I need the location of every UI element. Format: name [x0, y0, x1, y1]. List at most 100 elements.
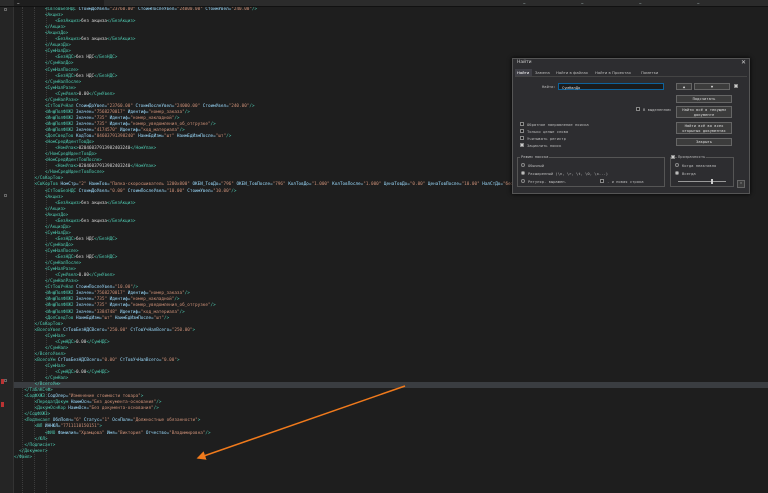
code-line[interactable]: </Файл>: [14, 455, 32, 461]
tab-find-in-files[interactable]: Найти в файлах: [554, 69, 592, 76]
code-token: />: [153, 406, 159, 412]
count-button[interactable]: Подсчитать: [676, 95, 732, 103]
code-token: </АкцизДо>: [44, 43, 71, 49]
code-token: />: [184, 291, 190, 297]
transparency-slider[interactable]: [678, 181, 726, 182]
wrap-around-checkbox[interactable]: [520, 143, 524, 147]
transparency-checkbox[interactable]: [671, 155, 675, 159]
find-input[interactable]: СумНалДо: [558, 83, 664, 90]
code-token: </СумНДС>: [86, 339, 110, 345]
whole-word-checkbox[interactable]: [520, 129, 524, 133]
code-token: Значен=: [76, 121, 95, 127]
code-token: <ИнфПолФХЖ2: [44, 291, 76, 297]
find-all-open-documents-button[interactable]: Найти всё во всех открытых документах: [676, 122, 732, 134]
code-token: />: [251, 7, 258, 12]
find-all-current-document-button[interactable]: Найти всё в текущем документе: [676, 106, 732, 118]
document-tab[interactable]: …: [520, 0, 575, 6]
code-token: "10.00": [461, 182, 480, 188]
code-token: "240.00": [231, 7, 252, 12]
code-token: <ПередатДокум: [34, 400, 71, 406]
code-token: Идентиф=: [107, 297, 131, 303]
close-dialog-button[interactable]: Закрыть: [676, 138, 732, 146]
find-direction-checkbox[interactable]: [734, 84, 738, 88]
code-token: </Файл>: [14, 454, 33, 460]
code-token: "735": [94, 115, 108, 121]
code-token: </СумНалПосле>: [44, 79, 82, 85]
code-token: без НДС: [75, 73, 95, 79]
code-token: />: [174, 297, 180, 303]
code-token: <АкцизДо>: [44, 212, 69, 218]
code-token: </СумУвел>: [88, 91, 115, 97]
dot-newline-checkbox[interactable]: [600, 179, 604, 183]
in-selection-checkbox[interactable]: [636, 107, 640, 111]
code-token: <СумУвел>: [55, 273, 79, 279]
code-token: <ИнфПолФХЖ2: [44, 121, 76, 127]
code-token: СтоимПослеУвел=: [132, 103, 175, 109]
tab-replace[interactable]: Замена: [533, 69, 553, 76]
fold-marker-icon[interactable]: [4, 8, 7, 11]
code-token: НомСтр=: [60, 182, 79, 188]
code-token: "0.00": [101, 357, 118, 363]
code-token: </БезНДС>: [94, 55, 118, 61]
find-next-button[interactable]: ▼: [694, 83, 730, 90]
code-token: НаимОсн=: [68, 406, 89, 412]
code-token: />: [164, 315, 170, 321]
code-line[interactable]: </ВсегоУм>: [14, 382, 768, 389]
code-token: "шт": [163, 134, 175, 140]
document-tab[interactable]: …: [14, 0, 104, 6]
transparency-inactive-radio[interactable]: [675, 163, 679, 167]
code-token: ИННЮЛ=: [44, 424, 61, 430]
search-mode-title: Режим поиска: [520, 154, 550, 159]
code-token: <ЮЛ: [34, 424, 45, 430]
code-token: СтоимДоУвел=: [78, 7, 110, 12]
code-token: </НомУпак>: [130, 146, 157, 152]
code-token: "номер_накладной": [130, 297, 175, 303]
code-token: СодОпер=: [47, 394, 69, 400]
code-token: </БезАкциз>: [107, 200, 136, 206]
code-token: без НДС: [75, 255, 95, 261]
collapse-icon[interactable]: ⌃: [737, 180, 745, 188]
code-token: </БезНДС>: [94, 255, 118, 261]
code-token: <СвТовБезНДС: [44, 7, 79, 12]
code-token: СтТовУчНалВсего=: [117, 357, 162, 363]
code-token: ЦенаТовПосле=: [425, 182, 462, 188]
code-token: "4174570": [94, 128, 118, 133]
mode-regex-radio[interactable]: [521, 179, 525, 183]
code-token: "Без документа-основания": [91, 400, 157, 406]
code-token: "1": [101, 418, 110, 424]
backward-direction-checkbox[interactable]: [520, 122, 524, 126]
match-case-checkbox[interactable]: [520, 136, 524, 140]
code-token: СтоимДоУвел=: [78, 188, 110, 194]
code-token: "24000.00": [176, 7, 203, 12]
document-tab[interactable]: …: [578, 0, 633, 6]
code-token: "7568270017": [94, 291, 126, 297]
tab-find[interactable]: Найти: [515, 69, 532, 76]
code-token: <СумНДС>: [55, 339, 76, 345]
document-tab[interactable]: …: [636, 0, 691, 6]
mode-normal-radio[interactable]: [521, 163, 525, 167]
fold-marker-icon[interactable]: [4, 379, 7, 382]
fold-marker-icon[interactable]: [4, 194, 7, 197]
tab-find-in-projects[interactable]: Найти в Проектах: [593, 69, 638, 76]
mode-extended-label: Расширенный (\n, \r, \t, \0, \x...): [528, 171, 609, 176]
mode-extended-radio[interactable]: [521, 171, 525, 175]
code-token: </БезНДС>: [94, 236, 118, 242]
close-icon[interactable]: ✕: [741, 59, 746, 66]
code-token: СтоимПослеУвел=: [125, 188, 167, 194]
code-token: "Изменение стоимости товара": [68, 394, 141, 400]
code-token: СтоимУвел=: [202, 7, 232, 12]
tab-marks[interactable]: Пометки: [639, 69, 664, 76]
code-token: <ИнфПолФХЖ2: [44, 303, 76, 309]
code-token: СтоимУвел=: [200, 103, 229, 109]
find-previous-button[interactable]: ▲: [676, 83, 692, 90]
code-token: "Должностные обязанности": [133, 418, 198, 424]
code-token: </ВсегоУм>: [34, 382, 61, 388]
code-token: "1.000": [363, 182, 382, 188]
code-token: "код_материала": [140, 309, 180, 315]
transparency-always-radio[interactable]: [675, 171, 679, 175]
code-token: "04603791398240": [94, 134, 136, 140]
code-token: />: [156, 400, 162, 406]
transparency-slider-knob[interactable]: [710, 179, 713, 184]
line-number-gutter[interactable]: [0, 7, 14, 493]
document-tab[interactable]: …: [694, 0, 764, 6]
